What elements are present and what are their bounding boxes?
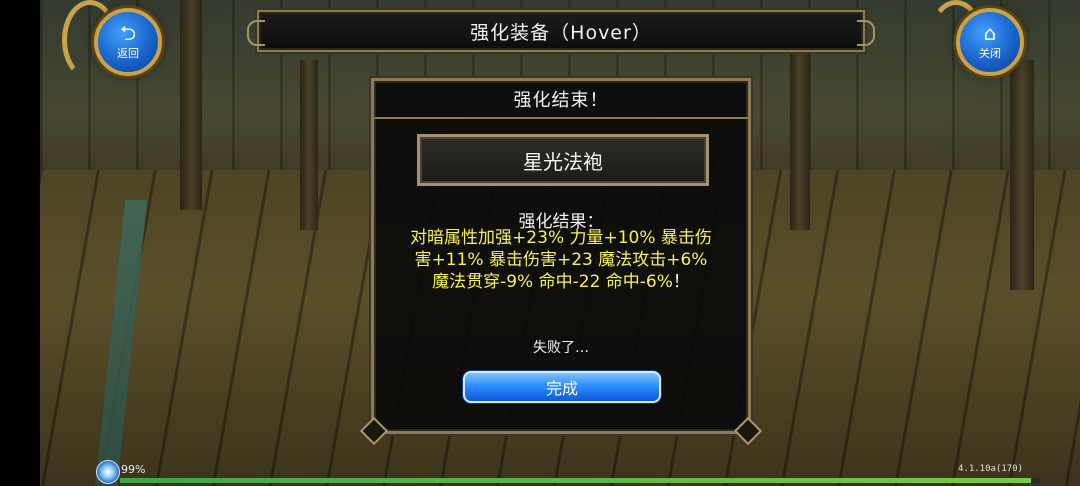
enhance-result-dialog: 强化结束！ 星光法袍 强化结果： 对暗属性加强+23% 力量+10% 暴击伤 害… <box>371 78 751 434</box>
game-screen: 强化装备（Hover） ⮌ 返回 ⌂ 关闭 强化结束！ 星光法袍 强化结果： 对… <box>0 0 1080 486</box>
close-button-label: 关闭 <box>979 47 1001 60</box>
percent-text: 99% <box>121 463 146 476</box>
progress-fill <box>120 478 1031 483</box>
status-text: 失败了… <box>533 340 589 356</box>
result-line: 对暗属性加强+23% 力量+10% 暴击伤 <box>410 228 712 248</box>
result-stats: 对暗属性加强+23% 力量+10% 暴击伤 害+11% 暴击伤害+23 魔法攻击… <box>382 227 740 293</box>
done-button[interactable]: 完成 <box>463 371 661 403</box>
wooden-beam <box>180 0 202 210</box>
result-line: 害+11% 暴击伤害+23 魔法攻击+6% <box>414 250 708 270</box>
wooden-beam <box>790 40 810 230</box>
back-button-label: 返回 <box>117 47 139 60</box>
back-button[interactable]: ⮌ 返回 <box>94 8 162 76</box>
title-banner: 强化装备（Hover） <box>247 10 875 52</box>
result-end-mark: ！ <box>672 272 690 292</box>
loading-orb-icon <box>96 460 120 484</box>
item-name: 星光法袍 <box>523 149 603 174</box>
wooden-beam <box>300 60 318 230</box>
result-line-text: 魔法贯穿-9% 命中-22 命中-6% <box>432 272 673 292</box>
home-icon: ⌂ <box>983 21 997 45</box>
done-button-label: 完成 <box>545 379 578 398</box>
item-name-box: 星光法袍 <box>417 134 709 186</box>
progress-bar <box>120 478 1040 483</box>
page-title: 强化装备（Hover） <box>470 21 652 44</box>
result-line: 魔法贯穿-9% 命中-22 命中-6%！ <box>382 271 740 293</box>
wooden-beam <box>1010 60 1034 290</box>
back-arrow-icon: ⮌ <box>119 21 137 45</box>
close-button[interactable]: ⌂ 关闭 <box>956 8 1024 76</box>
dialog-title: 强化结束！ <box>374 81 748 119</box>
letterbox-bar <box>0 0 40 486</box>
version-text: 4.1.10a(170) <box>958 464 1024 474</box>
